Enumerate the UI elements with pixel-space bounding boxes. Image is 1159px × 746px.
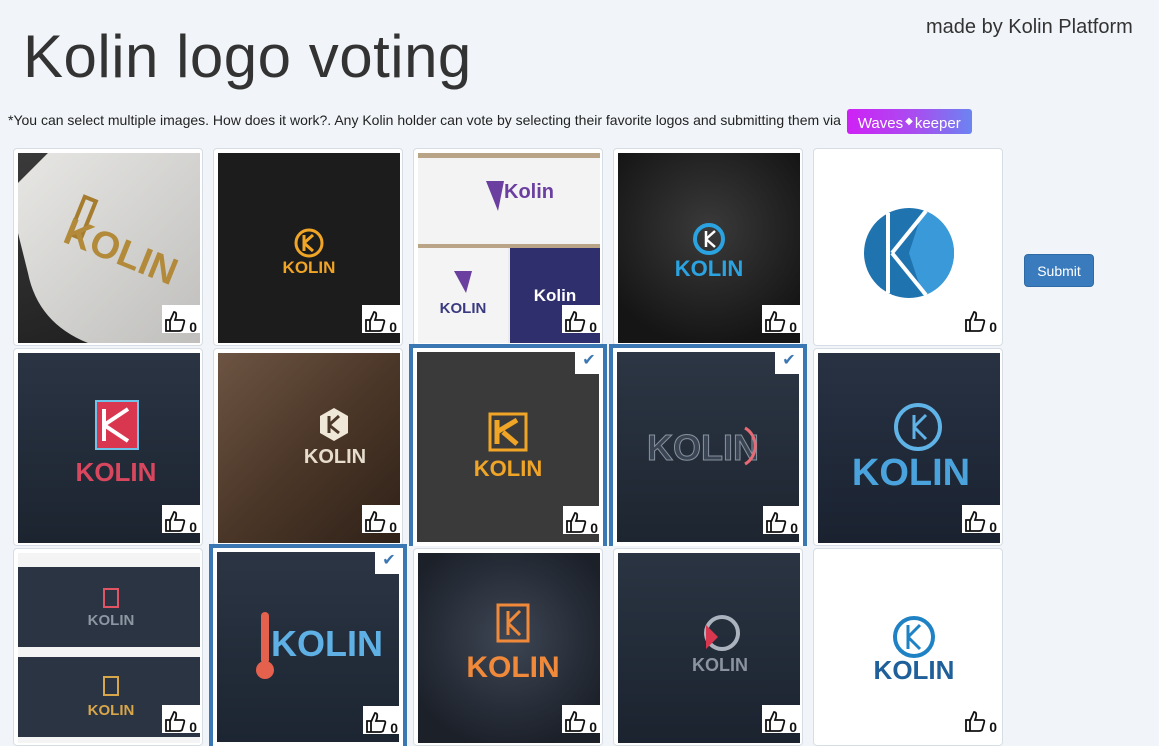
- intro-line: *You can select multiple images. How doe…: [8, 109, 972, 135]
- vote-count: 0: [789, 719, 797, 735]
- vote-count: 0: [790, 520, 798, 536]
- logo-card-14[interactable]: KOLIN 0: [613, 548, 803, 746]
- logo-card-8[interactable]: KOLIN ✔ 0: [409, 344, 607, 546]
- vote-count: 0: [589, 719, 597, 735]
- vote-count: 0: [389, 319, 397, 335]
- keeper-label: keeper: [914, 115, 961, 132]
- diamond-icon: ◆: [905, 116, 913, 127]
- logo-3-word-c: Kolin: [534, 286, 577, 305]
- vote-count: 0: [390, 720, 398, 736]
- thumbs-up-icon: [566, 512, 587, 533]
- logo-3-word-b: KOLIN: [440, 300, 487, 317]
- vote-button-6[interactable]: 0: [162, 505, 200, 535]
- vote-button-13[interactable]: 0: [562, 705, 600, 735]
- thumbs-up-icon: [165, 711, 186, 732]
- vote-button-12[interactable]: 0: [363, 706, 401, 736]
- logo-2-word: KOLIN: [283, 258, 336, 277]
- thumbs-up-icon: [965, 711, 986, 732]
- thumbs-up-icon: [765, 311, 786, 332]
- vote-count: 0: [389, 519, 397, 535]
- thumbs-up-icon: [366, 712, 387, 733]
- logo-card-4[interactable]: KOLIN 0: [613, 148, 803, 346]
- vote-count: 0: [189, 319, 197, 335]
- logo-4-word: KOLIN: [675, 256, 743, 281]
- vote-count: 0: [189, 719, 197, 735]
- vote-button-4[interactable]: 0: [762, 305, 800, 335]
- logo-card-15[interactable]: KOLIN 0: [813, 548, 1003, 746]
- logo-3-word-a: Kolin: [504, 181, 554, 203]
- logo-8-word: KOLIN: [474, 456, 542, 481]
- logo-card-12[interactable]: KOLIN ✔ 0: [209, 544, 407, 746]
- vote-count: 0: [989, 719, 997, 735]
- thumbs-up-icon: [365, 511, 386, 532]
- vote-count: 0: [989, 319, 997, 335]
- page-title: Kolin logo voting: [23, 23, 472, 90]
- logo-12-word: KOLIN: [271, 623, 383, 664]
- logo-card-1[interactable]: KOLIN 0: [13, 148, 203, 346]
- vote-count: 0: [989, 519, 997, 535]
- logo-10-word: KOLIN: [852, 452, 970, 494]
- made-by-text: made by Kolin Platform: [926, 16, 1133, 38]
- vote-button-11[interactable]: 0: [162, 705, 200, 735]
- thumbs-up-icon: [565, 711, 586, 732]
- check-icon: ✔: [375, 548, 403, 574]
- thumbs-up-icon: [565, 311, 586, 332]
- vote-button-8[interactable]: 0: [563, 506, 601, 536]
- vote-button-15[interactable]: 0: [962, 705, 1000, 735]
- vote-button-9[interactable]: 0: [763, 506, 801, 536]
- intro-text: *You can select multiple images. How doe…: [8, 112, 841, 129]
- logo-15-word: KOLIN: [874, 655, 955, 685]
- vote-count: 0: [589, 319, 597, 335]
- waves-label: Waves: [857, 115, 904, 132]
- logo-card-2[interactable]: KOLIN 0: [213, 148, 403, 346]
- vote-button-10[interactable]: 0: [962, 505, 1000, 535]
- logo-card-9[interactable]: KOLIN ✔ 0: [609, 344, 807, 546]
- vote-button-7[interactable]: 0: [362, 505, 400, 535]
- logo-card-6[interactable]: KOLIN 0: [13, 348, 203, 546]
- thumbs-up-icon: [766, 512, 787, 533]
- check-icon: ✔: [775, 348, 803, 374]
- logo-6-word: KOLIN: [76, 457, 157, 487]
- thumbs-up-icon: [965, 511, 986, 532]
- thumbs-up-icon: [165, 511, 186, 532]
- thumbs-up-icon: [165, 311, 186, 332]
- logo-card-3[interactable]: Kolin KOLIN Kolin 0: [413, 148, 603, 346]
- vote-count: 0: [789, 319, 797, 335]
- logo-card-7[interactable]: KOLIN 0: [213, 348, 403, 546]
- vote-button-14[interactable]: 0: [762, 705, 800, 735]
- vote-button-5[interactable]: 0: [962, 305, 1000, 335]
- waves-keeper-button[interactable]: Waves ◆ keeper: [846, 109, 972, 134]
- logo-11-word-b: KOLIN: [88, 702, 135, 719]
- logo-14-word: KOLIN: [692, 655, 748, 675]
- logo-9-word: KOLIN: [647, 427, 759, 468]
- thumbs-up-icon: [765, 711, 786, 732]
- vote-count: 0: [189, 519, 197, 535]
- vote-button-2[interactable]: 0: [362, 305, 400, 335]
- vote-count: 0: [590, 520, 598, 536]
- thumbs-up-icon: [965, 311, 986, 332]
- thumbs-up-icon: [365, 311, 386, 332]
- submit-button[interactable]: Submit: [1024, 254, 1094, 287]
- vote-button-1[interactable]: 0: [162, 305, 200, 335]
- vote-button-3[interactable]: 0: [562, 305, 600, 335]
- logo-card-10[interactable]: KOLIN 0: [813, 348, 1003, 546]
- logo-7-word: KOLIN: [304, 446, 366, 468]
- logo-11-word-a: KOLIN: [88, 612, 135, 629]
- logo-card-5[interactable]: 0: [813, 148, 1003, 346]
- logo-13-word: KOLIN: [466, 651, 559, 684]
- logo-card-11[interactable]: KOLIN KOLIN 0: [13, 548, 203, 746]
- logo-card-13[interactable]: KOLIN 0: [413, 548, 603, 746]
- check-icon: ✔: [575, 348, 603, 374]
